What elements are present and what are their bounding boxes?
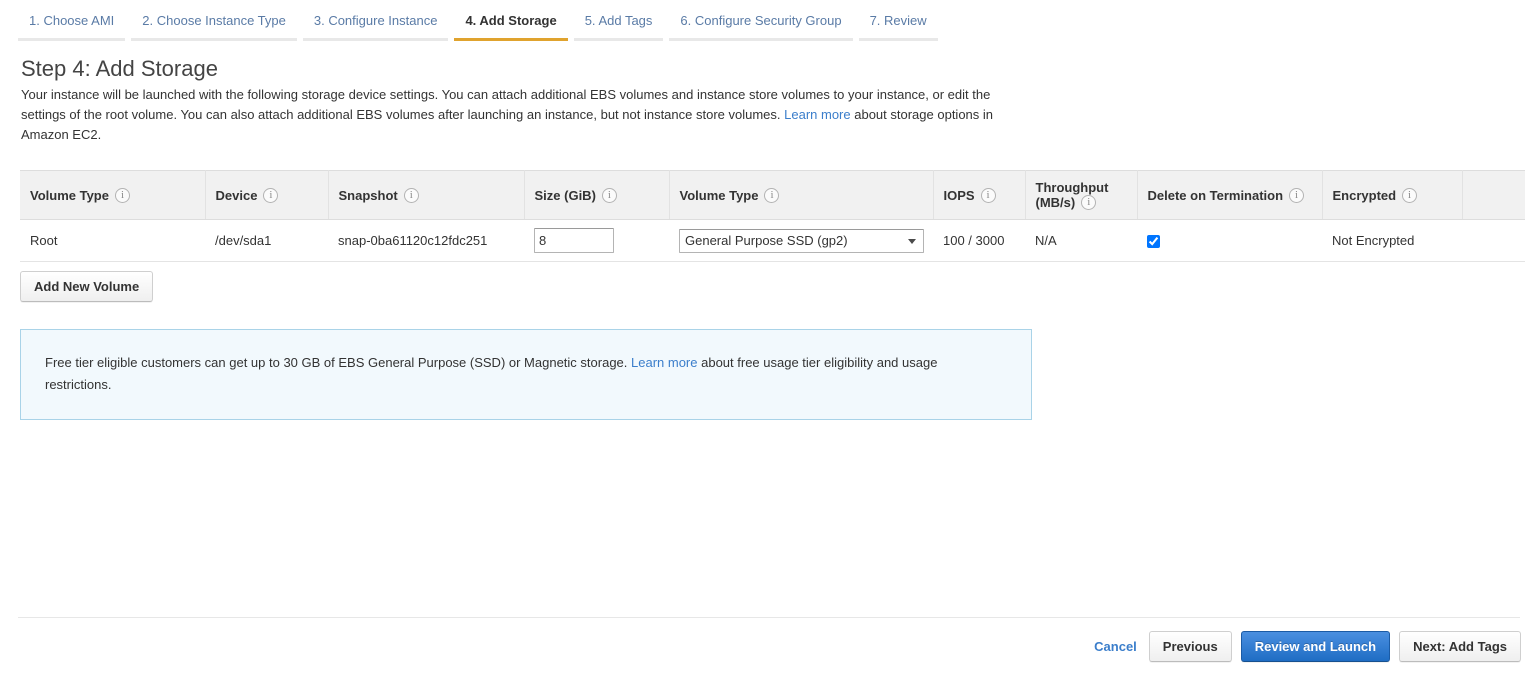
info-icon[interactable] xyxy=(263,187,279,203)
size-input[interactable] xyxy=(534,228,614,253)
column-header-encrypted: Encrypted xyxy=(1322,170,1463,220)
wizard-tab-bar: 1. Choose AMI 2. Choose Instance Type 3.… xyxy=(18,13,1518,41)
wizard-tab-choose-ami[interactable]: 1. Choose AMI xyxy=(18,13,126,41)
cell-volume-type-select: General Purpose SSD (gp2) Provisioned IO… xyxy=(669,219,933,262)
column-header-iops: IOPS xyxy=(933,170,1026,220)
column-header-label: Device xyxy=(215,187,258,203)
column-header-label: IOPS xyxy=(943,187,975,203)
add-new-volume-button[interactable]: Add New Volume xyxy=(20,271,154,302)
column-header-label: Throughput xyxy=(1035,180,1109,195)
column-header-label: Snapshot xyxy=(338,187,398,203)
info-icon[interactable] xyxy=(1402,187,1418,203)
wizard-tab-label: 4. Add Storage xyxy=(465,13,557,28)
info-icon[interactable] xyxy=(403,187,419,203)
column-header-snapshot: Snapshot xyxy=(328,170,525,220)
cell-snapshot: snap-0ba61120c12fdc251 xyxy=(328,219,524,262)
page-title: Step 4: Add Storage xyxy=(21,56,218,81)
storage-table-header: Volume Type Device Snapshot Size (GiB) xyxy=(20,170,1525,220)
column-header-label: Encrypted xyxy=(1332,187,1397,203)
cell-iops: 100 / 3000 xyxy=(933,219,1025,262)
info-icon[interactable] xyxy=(601,187,617,203)
next-add-tags-button[interactable]: Next: Add Tags xyxy=(1399,631,1521,662)
cell-spacer xyxy=(1462,219,1525,262)
learn-more-storage-link[interactable]: Learn more xyxy=(784,107,850,122)
footer-divider xyxy=(18,617,1520,618)
delete-on-termination-checkbox[interactable] xyxy=(1147,235,1160,249)
column-header-label-secondary: (MB/s) xyxy=(1035,195,1076,210)
footer-actions: Cancel Previous Review and Launch Next: … xyxy=(1094,631,1521,662)
free-tier-notice: Free tier eligible customers can get up … xyxy=(20,329,1032,420)
column-header-label: Size (GiB) xyxy=(534,187,596,203)
cell-size xyxy=(524,219,669,262)
table-row: Root /dev/sda1 snap-0ba61120c12fdc251 Ge… xyxy=(20,219,1525,262)
column-header-label: Volume Type xyxy=(30,187,109,203)
cancel-button[interactable]: Cancel xyxy=(1094,639,1137,654)
wizard-tab-label: 5. Add Tags xyxy=(584,13,653,28)
storage-table-header-row: Volume Type Device Snapshot Size (GiB) xyxy=(20,170,1525,220)
learn-more-free-tier-link[interactable]: Learn more xyxy=(631,355,697,370)
notice-text-part1: Free tier eligible customers can get up … xyxy=(45,355,632,370)
info-icon[interactable] xyxy=(764,187,780,203)
cell-throughput: N/A xyxy=(1025,219,1137,262)
storage-table-body: Root /dev/sda1 snap-0ba61120c12fdc251 Ge… xyxy=(20,219,1525,262)
column-header-spacer xyxy=(1462,170,1525,220)
column-header-volume-type-select: Volume Type xyxy=(669,170,934,220)
column-header-label: Volume Type xyxy=(679,187,759,203)
wizard-tab-configure-instance[interactable]: 3. Configure Instance xyxy=(302,13,449,41)
column-header-size: Size (GiB) xyxy=(524,170,670,220)
wizard-tab-add-tags[interactable]: 5. Add Tags xyxy=(573,13,664,41)
cell-device: /dev/sda1 xyxy=(205,219,328,262)
wizard-tab-label: 6. Configure Security Group xyxy=(680,13,842,28)
wizard-tab-label: 2. Choose Instance Type xyxy=(142,13,286,28)
info-icon[interactable] xyxy=(980,187,996,203)
cell-delete-on-termination xyxy=(1137,219,1322,262)
cell-encrypted: Not Encrypted xyxy=(1322,219,1462,262)
storage-table: Volume Type Device Snapshot Size (GiB) xyxy=(20,170,1525,262)
wizard-tab-add-storage[interactable]: 4. Add Storage xyxy=(454,13,568,41)
info-icon[interactable] xyxy=(1081,195,1097,210)
wizard-tab-label: 1. Choose AMI xyxy=(29,13,115,28)
previous-button[interactable]: Previous xyxy=(1148,631,1232,662)
info-icon[interactable] xyxy=(114,187,130,203)
wizard-tab-configure-security-group[interactable]: 6. Configure Security Group xyxy=(669,13,853,41)
cell-volume-type: Root xyxy=(20,219,205,262)
wizard-tab-label: 3. Configure Instance xyxy=(313,13,438,28)
column-header-volume-type: Volume Type xyxy=(20,170,206,220)
wizard-tab-choose-instance-type[interactable]: 2. Choose Instance Type xyxy=(131,13,297,41)
column-header-device: Device xyxy=(205,170,329,220)
volume-type-select[interactable]: General Purpose SSD (gp2) Provisioned IO… xyxy=(679,228,924,253)
column-header-throughput: Throughput (MB/s) xyxy=(1025,170,1138,220)
column-header-label: Delete on Termination xyxy=(1147,187,1284,203)
column-header-delete-on-termination: Delete on Termination xyxy=(1137,170,1323,220)
page-description: Your instance will be launched with the … xyxy=(21,85,1021,145)
info-icon[interactable] xyxy=(1289,187,1305,203)
review-and-launch-button[interactable]: Review and Launch xyxy=(1240,631,1391,662)
wizard-tab-label: 7. Review xyxy=(869,13,927,28)
wizard-tab-review[interactable]: 7. Review xyxy=(858,13,938,41)
